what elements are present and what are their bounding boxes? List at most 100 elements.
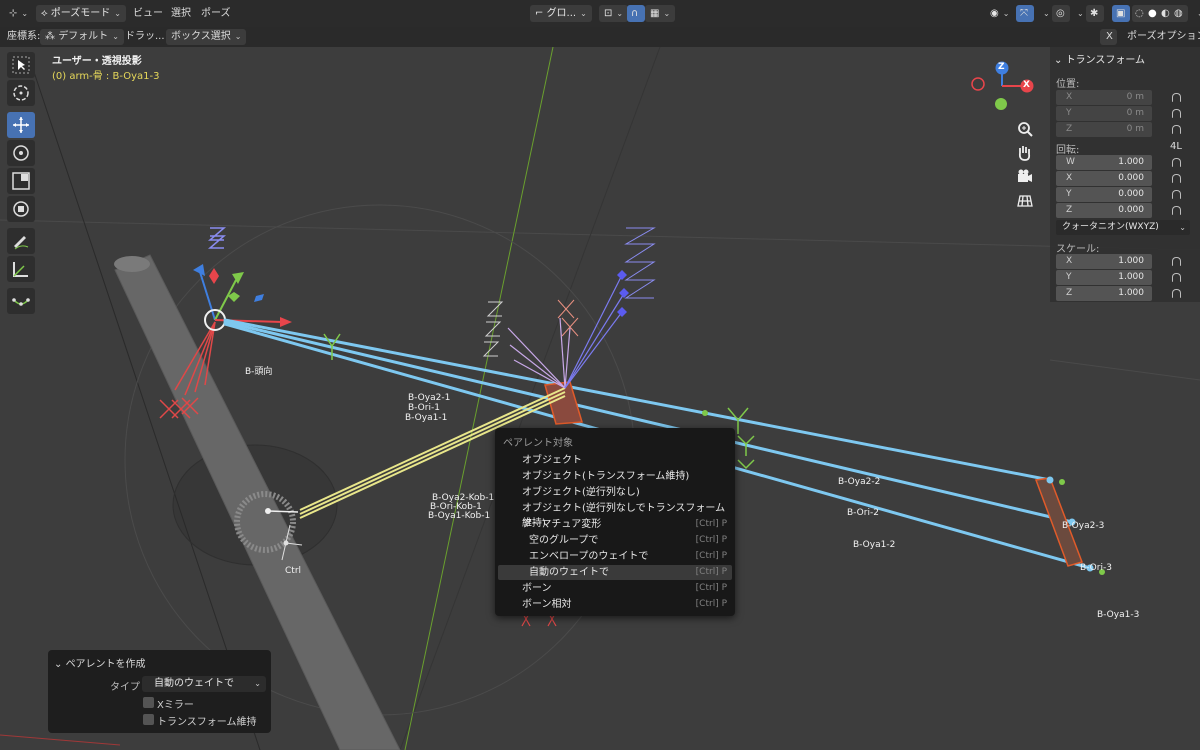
close-header-button[interactable]: X bbox=[1103, 29, 1117, 45]
bone-overlay-icon: ✱ bbox=[1090, 8, 1099, 19]
move-arrows-icon bbox=[13, 117, 29, 133]
cursor-tool[interactable] bbox=[7, 80, 35, 106]
move-tool[interactable] bbox=[7, 112, 35, 138]
pivot-point-dropdown[interactable]: ⊡ ⌄ bbox=[599, 5, 629, 22]
select-box-tool[interactable] bbox=[7, 52, 35, 78]
menu-item-empty-groups[interactable]: 空のグループで [Ctrl] P bbox=[498, 533, 732, 548]
rotation-z-lock-icon[interactable] bbox=[1172, 206, 1181, 215]
rotation-w-field[interactable]: W 1.000 bbox=[1056, 155, 1152, 170]
gizmo-z-label: Z bbox=[998, 62, 1005, 72]
snap-icon: ∩ bbox=[631, 8, 639, 19]
bone-label-oya1-kob-1: B-Oya1-Kob-1 bbox=[428, 511, 491, 521]
rotation-z-field[interactable]: Z 0.000 bbox=[1056, 203, 1152, 218]
bone-overlay-toggle[interactable]: ✱ bbox=[1086, 5, 1104, 22]
xray-toggle[interactable]: ▣ bbox=[1112, 5, 1130, 22]
chevron-down-icon: ⌄ bbox=[254, 679, 261, 688]
location-z-lock-icon[interactable] bbox=[1172, 125, 1181, 134]
rotate-icon bbox=[13, 145, 29, 161]
camera-view-button[interactable] bbox=[1014, 166, 1036, 188]
visibility-dropdown[interactable]: ◉ ⌄ bbox=[985, 5, 1014, 22]
bone-label-ctrl: Ctrl bbox=[285, 566, 302, 576]
curve-icon bbox=[12, 298, 30, 306]
bone-label-oya2-3: B-Oya2-3 bbox=[1062, 521, 1105, 531]
rotation-x-lock-icon[interactable] bbox=[1172, 174, 1181, 183]
pose-mode-icon: ⟡ bbox=[41, 8, 51, 19]
bone-label-ori-1: B-Ori-1 bbox=[408, 403, 440, 413]
measure-tool[interactable] bbox=[7, 256, 35, 282]
transform-orientation-dropdown[interactable]: ⌐ グロ... ⌄ bbox=[530, 5, 592, 22]
mode-dropdown[interactable]: ⟡ ポーズモード ⌄ bbox=[36, 5, 126, 22]
coordinate-label: 座標系: bbox=[7, 31, 41, 42]
shading-modes[interactable]: ◌ ● ◐ ◍ bbox=[1132, 5, 1188, 22]
rotation-4l-toggle[interactable]: 4L bbox=[1170, 141, 1182, 152]
scale-x-field[interactable]: X 1.000 bbox=[1056, 254, 1152, 269]
menu-item-object[interactable]: オブジェクト bbox=[498, 453, 732, 468]
snap-toggle[interactable]: ∩ bbox=[627, 5, 645, 22]
bone-curve-tool[interactable] bbox=[7, 288, 35, 314]
scale-z-lock-icon[interactable] bbox=[1172, 289, 1181, 298]
location-z-field[interactable]: Z0 m bbox=[1056, 122, 1152, 137]
wireframe-shading-icon[interactable]: ◌ bbox=[1135, 5, 1144, 22]
rotation-mode-dropdown[interactable]: クォータニオン(WXYZ) ⌄ bbox=[1056, 220, 1190, 235]
drag-label: ドラッ... bbox=[125, 31, 165, 42]
menu-pose[interactable]: ポーズ bbox=[196, 5, 236, 22]
location-y-field[interactable]: Y0 m bbox=[1056, 106, 1152, 121]
type-dropdown[interactable]: 自動のウェイトで ⌄ bbox=[142, 676, 266, 692]
coordinate-dropdown[interactable]: ⁂ デフォルト ⌄ bbox=[40, 29, 124, 45]
perspective-toggle-button[interactable] bbox=[1014, 190, 1036, 212]
bone-label-ori-3: B-Ori-3 bbox=[1080, 563, 1112, 573]
keep-transform-checkbox[interactable] bbox=[143, 714, 154, 725]
scale-y-lock-icon[interactable] bbox=[1172, 273, 1181, 282]
adjust-last-operation-panel: ⌄ ペアレントを作成 タイプ 自動のウェイトで ⌄ Xミラー トランスフォーム維持 bbox=[48, 650, 271, 733]
rotation-label: 回転: bbox=[1056, 145, 1080, 156]
solid-shading-icon[interactable]: ● bbox=[1148, 5, 1157, 22]
grid-perspective-icon bbox=[1017, 195, 1033, 207]
location-y-lock-icon[interactable] bbox=[1172, 109, 1181, 118]
material-shading-icon[interactable]: ◐ bbox=[1161, 5, 1170, 22]
scale-z-field[interactable]: Z 1.000 bbox=[1056, 286, 1152, 301]
pose-options-button[interactable]: ポーズオプション bbox=[1122, 29, 1200, 45]
x-mirror-label: Xミラー bbox=[157, 700, 194, 711]
editor-type-button[interactable]: ⊹ ⌄ bbox=[4, 5, 33, 22]
transform-tool[interactable] bbox=[7, 196, 35, 222]
scale-tool[interactable] bbox=[7, 168, 35, 194]
bone-label-oya1-3: B-Oya1-3 bbox=[1097, 610, 1140, 620]
menu-item-object-without-inverse[interactable]: オブジェクト(逆行列なし) bbox=[498, 485, 732, 500]
gizmo-toggle[interactable]: ⤧ bbox=[1016, 5, 1034, 22]
shading-dropdown[interactable]: ⌄ bbox=[1188, 5, 1200, 22]
snap-target-dropdown[interactable]: ▦ ⌄ bbox=[645, 5, 676, 22]
pan-button[interactable] bbox=[1014, 142, 1036, 164]
menu-item-armature-deform[interactable]: アーマチュア変形 [Ctrl] P bbox=[498, 517, 732, 532]
redo-panel-header[interactable]: ⌄ ペアレントを作成 bbox=[54, 655, 146, 670]
rendered-shading-icon[interactable]: ◍ bbox=[1174, 5, 1183, 22]
menu-item-bone[interactable]: ボーン [Ctrl] P bbox=[498, 581, 732, 596]
menu-item-object-keep-transform[interactable]: オブジェクト(トランスフォーム維持) bbox=[498, 469, 732, 484]
viewport-header: ⊹ ⌄ ⟡ ポーズモード ⌄ ビュー 選択 ポーズ ⌐ グロ... ⌄ ⊡ ⌄ ∩ ▦ ⌄… bbox=[0, 0, 1200, 27]
pencil-icon bbox=[14, 236, 29, 250]
menu-item-bone-relative[interactable]: ボーン相対 [Ctrl] P bbox=[498, 597, 732, 612]
menu-select[interactable]: 選択 bbox=[166, 5, 196, 22]
rotation-y-field[interactable]: Y 0.000 bbox=[1056, 187, 1152, 202]
rotation-x-field[interactable]: X 0.000 bbox=[1056, 171, 1152, 186]
zoom-button[interactable] bbox=[1014, 118, 1036, 140]
rotation-y-lock-icon[interactable] bbox=[1172, 190, 1181, 199]
location-label: 位置: bbox=[1056, 79, 1080, 90]
menu-item-envelope-weights[interactable]: エンベロープのウェイトで [Ctrl] P bbox=[498, 549, 732, 564]
drag-dropdown[interactable]: ボックス選択 ⌄ bbox=[166, 29, 247, 45]
location-x-field[interactable]: X0 m bbox=[1056, 90, 1152, 105]
pivot-icon: ⊡ bbox=[604, 8, 613, 19]
location-x-lock-icon[interactable] bbox=[1172, 93, 1181, 102]
hand-icon bbox=[1018, 146, 1031, 161]
annotate-tool[interactable] bbox=[7, 228, 35, 254]
scale-y-field[interactable]: Y 1.000 bbox=[1056, 270, 1152, 285]
scale-x-lock-icon[interactable] bbox=[1172, 257, 1181, 266]
menu-item-automatic-weights[interactable]: 自動のウェイトで [Ctrl] P bbox=[498, 565, 732, 580]
rotation-w-lock-icon[interactable] bbox=[1172, 158, 1181, 167]
rotate-tool[interactable] bbox=[7, 140, 35, 166]
transform-panel-header[interactable]: ⌄ トランスフォーム bbox=[1054, 51, 1145, 66]
overlay-icon: ◎ bbox=[1056, 8, 1065, 19]
x-mirror-checkbox[interactable] bbox=[143, 697, 154, 708]
menu-view[interactable]: ビュー bbox=[128, 5, 168, 22]
magnifier-icon bbox=[1018, 122, 1033, 137]
menu-item-object-without-inverse-keep-transform[interactable]: オブジェクト(逆行列なしでトランスフォーム維持) bbox=[498, 501, 732, 529]
